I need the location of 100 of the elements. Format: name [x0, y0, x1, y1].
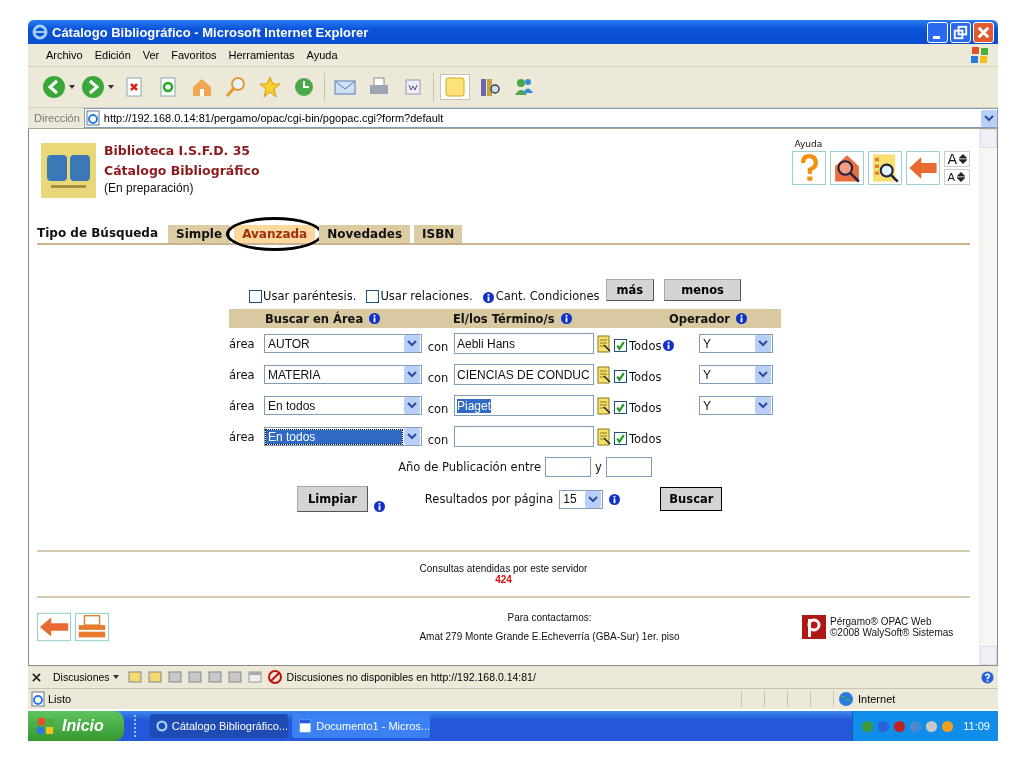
info-icon[interactable] — [663, 340, 675, 351]
info-icon[interactable] — [373, 500, 385, 512]
library-name: Biblioteca I.S.F.D. 35 — [104, 142, 252, 160]
logo-icon — [41, 143, 96, 198]
minimize-button[interactable] — [927, 21, 948, 43]
area-dropdown[interactable]: En todos — [264, 427, 422, 446]
scrollbar[interactable] — [979, 129, 997, 665]
area-dropdown[interactable]: MATERIA — [264, 365, 422, 384]
operator-dropdown[interactable]: Y — [699, 365, 773, 384]
term-field[interactable]: Piaget — [454, 395, 594, 416]
menu-item[interactable]: Edición — [88, 49, 137, 61]
checkbox[interactable] — [366, 289, 380, 303]
info-icon[interactable] — [369, 313, 381, 324]
and-label: y — [595, 460, 602, 474]
query-count: 424 — [495, 574, 512, 585]
caret-icon[interactable] — [112, 675, 119, 679]
checkbox[interactable] — [614, 370, 627, 383]
tab[interactable]: ISBN — [414, 225, 463, 243]
discussions-message: Discusiones no disponibles en http://192.168.0.14:81/ — [286, 671, 536, 683]
term-field[interactable]: CIENCIAS DE CONDUC — [454, 364, 594, 385]
menu-item[interactable]: Herramientas — [222, 49, 301, 61]
logo-icon — [802, 615, 826, 639]
help-icon[interactable] — [981, 670, 994, 684]
info-icon[interactable] — [482, 292, 494, 303]
caret-icon[interactable] — [69, 85, 75, 89]
year-from-field[interactable] — [545, 457, 592, 477]
con-label: con — [426, 338, 450, 354]
area-dropdown[interactable]: AUTOR — [264, 334, 422, 353]
caret-icon[interactable] — [108, 85, 114, 89]
todos-label: Todos — [629, 431, 662, 446]
font-increase-button[interactable]: A — [944, 151, 970, 167]
checkbox[interactable] — [614, 339, 627, 352]
up-down-arrow-icon — [956, 172, 965, 182]
con-label: con — [426, 369, 450, 385]
per-page-label: Resultados por página — [424, 492, 554, 506]
less-button[interactable]: menos — [664, 279, 741, 301]
close-button[interactable] — [973, 21, 994, 43]
taskbar-button[interactable]: Cátalogo Bibliográfico... — [150, 714, 288, 738]
con-label: con — [426, 431, 450, 447]
checkbox[interactable] — [249, 289, 262, 303]
area-dropdown[interactable]: En todos — [264, 396, 422, 415]
checkbox-label: Usar relaciones. — [380, 289, 473, 303]
area-label: área — [229, 336, 256, 351]
notepad-icon[interactable] — [597, 396, 611, 415]
discussions-button[interactable]: Discusiones — [53, 671, 119, 683]
search-button[interactable]: Buscar — [660, 487, 723, 511]
menu-item[interactable]: Ayuda — [300, 49, 344, 61]
conditions-label: Cant. Condiciones — [495, 289, 600, 303]
minimize-icon — [933, 35, 940, 39]
info-icon[interactable] — [560, 313, 572, 324]
menu-item[interactable]: Archivo — [40, 49, 89, 61]
operator-dropdown[interactable]: Y — [699, 396, 773, 415]
help-label: Ayuda — [794, 139, 824, 149]
address-label: Dirección — [33, 112, 81, 124]
address-field[interactable]: http://192.168.0.14:81/pergamo/opac/cgi-bin/pgopac.cgi?form?default — [83, 108, 998, 128]
windows-logo-icon — [970, 46, 990, 64]
brand-text: ©2008 WalySoft® Sistemas — [830, 627, 954, 638]
house-search-icon[interactable] — [830, 151, 865, 185]
operator-dropdown[interactable]: Y — [699, 334, 773, 353]
term-field[interactable]: Aebli Hans — [454, 333, 594, 354]
globe-icon — [838, 691, 854, 707]
printer-icon[interactable] — [75, 612, 109, 642]
menu-item[interactable]: Favoritos — [165, 49, 223, 61]
up-down-arrow-icon — [959, 154, 967, 164]
document-icon — [298, 718, 313, 734]
contact-label: Para contactarnos: — [507, 612, 592, 623]
term-field[interactable] — [454, 426, 594, 447]
clock: 11:09 — [963, 720, 990, 732]
todos-label: Todos — [629, 400, 662, 415]
more-button[interactable]: más — [605, 279, 655, 301]
area-label: área — [229, 429, 256, 444]
notepad-icon[interactable] — [597, 427, 611, 446]
checkbox[interactable] — [614, 401, 627, 414]
notepad-icon[interactable] — [597, 365, 611, 384]
tab[interactable]: Simple — [168, 225, 231, 243]
menu-item[interactable]: Ver — [136, 49, 166, 61]
font-decrease-button[interactable]: A — [944, 169, 970, 185]
per-page-dropdown[interactable]: 15 — [559, 489, 604, 509]
contact-address: Amat 279 Monte Grande E.Echeverría (GBA-Sur) 1er. piso — [419, 631, 680, 642]
column-header: Buscar en Área — [265, 311, 364, 326]
todos-label: Todos — [629, 369, 662, 384]
taskbar-button[interactable]: Documento1 - Micros... — [292, 714, 430, 738]
close-icon[interactable] — [32, 672, 41, 682]
tab[interactable]: Avanzada — [234, 225, 316, 243]
tab[interactable]: Novedades — [319, 225, 411, 243]
info-icon[interactable] — [736, 313, 748, 324]
area-label: área — [229, 398, 256, 413]
checkbox[interactable] — [614, 432, 627, 445]
clear-button[interactable]: Limpiar — [297, 486, 368, 512]
restore-button[interactable] — [950, 21, 971, 43]
search-type-label: Tipo de Búsqueda — [37, 225, 159, 242]
todos-label: Todos — [629, 338, 662, 353]
info-icon[interactable] — [609, 493, 621, 505]
area-label: área — [229, 367, 256, 382]
page-icon — [84, 110, 101, 126]
year-to-field[interactable] — [605, 457, 652, 477]
column-header: Operador — [669, 311, 731, 326]
list-search-icon[interactable] — [868, 151, 903, 185]
status-text: Listo — [48, 693, 73, 705]
notepad-icon[interactable] — [597, 334, 611, 353]
